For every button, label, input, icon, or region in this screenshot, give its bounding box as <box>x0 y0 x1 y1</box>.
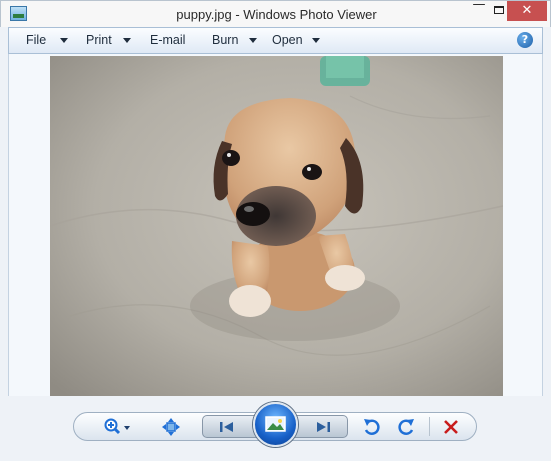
menu-bar: File Print E-mail Burn Open ? <box>8 27 543 54</box>
help-icon[interactable]: ? <box>517 32 533 48</box>
menu-print-label: Print <box>86 33 112 47</box>
zoom-icon[interactable] <box>104 418 132 436</box>
toolbar-separator <box>429 417 430 436</box>
menu-print[interactable]: Print <box>86 28 112 53</box>
menu-open-label: Open <box>272 33 303 47</box>
rotate-clockwise-icon[interactable] <box>396 417 416 437</box>
menu-open-dropdown-icon[interactable] <box>312 38 320 43</box>
menu-file[interactable]: File <box>26 28 46 53</box>
rotate-counterclockwise-icon[interactable] <box>362 417 382 437</box>
menu-email[interactable]: E-mail <box>150 28 185 53</box>
menu-file-label: File <box>26 33 47 47</box>
bottom-toolbar <box>0 396 551 461</box>
menu-file-dropdown-icon[interactable] <box>60 38 68 43</box>
menu-burn[interactable]: Burn <box>212 28 238 53</box>
menu-print-dropdown-icon[interactable] <box>123 38 131 43</box>
displayed-photo[interactable] <box>50 56 503 396</box>
puppy-photo-image <box>50 56 503 396</box>
delete-icon[interactable] <box>443 419 459 435</box>
slideshow-button[interactable] <box>253 402 298 447</box>
menu-email-label: E-mail <box>150 33 186 47</box>
maximize-icon <box>494 6 504 14</box>
menu-open[interactable]: Open <box>272 28 303 53</box>
menu-burn-label: Burn <box>212 33 239 47</box>
previous-icon[interactable] <box>217 420 237 434</box>
close-button[interactable]: ✕ <box>507 1 547 21</box>
title-bar: puppy.jpg - Windows Photo Viewer — ✕ <box>0 0 551 27</box>
actual-size-icon[interactable] <box>161 418 181 436</box>
image-viewport <box>8 54 543 396</box>
slideshow-icon <box>265 416 286 432</box>
next-icon[interactable] <box>313 420 333 434</box>
menu-burn-dropdown-icon[interactable] <box>249 38 257 43</box>
